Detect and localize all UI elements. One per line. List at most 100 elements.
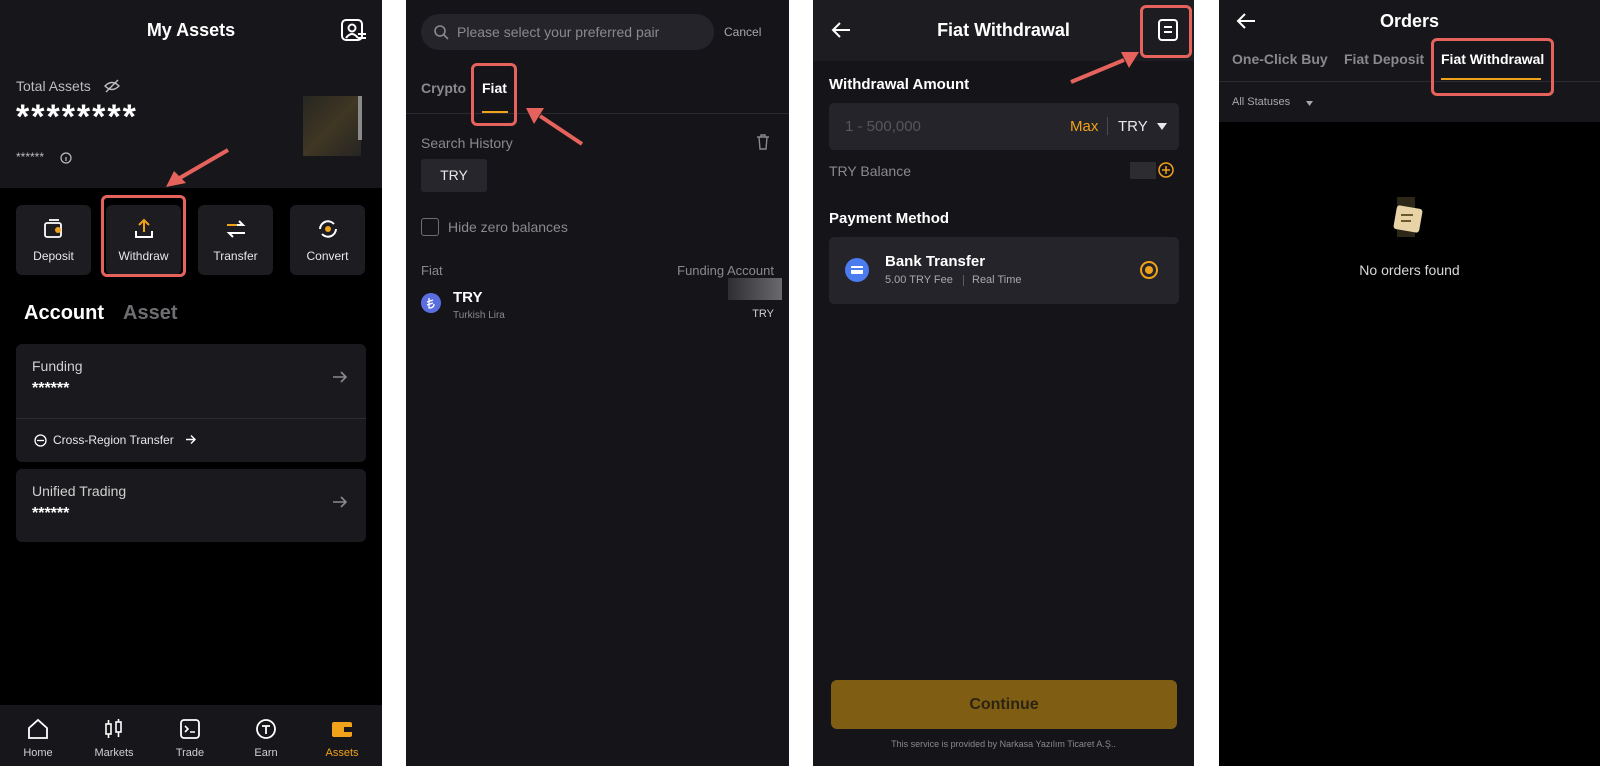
tab-account[interactable]: Account [24, 302, 104, 325]
pointer-arrow [160, 145, 235, 190]
orders-screen: Orders One-Click Buy Fiat Deposit Fiat W… [1219, 0, 1600, 766]
method-speed: Real Time [972, 274, 1022, 286]
amount-placeholder: 1 - 500,000 [845, 118, 921, 135]
transfer-icon [224, 217, 248, 241]
nav-trade[interactable]: Trade [152, 705, 228, 766]
divider [963, 275, 964, 286]
transfer-label: Transfer [213, 249, 258, 263]
upload-icon [132, 217, 156, 241]
unified-trading-card[interactable]: Unified Trading ****** [16, 469, 366, 542]
convert-button[interactable]: Convert [290, 205, 365, 275]
user-settings-icon[interactable] [340, 18, 368, 44]
withdraw-button[interactable]: Withdraw [106, 205, 181, 275]
amount-input[interactable]: 1 - 500,000 Max TRY [829, 103, 1179, 150]
lira-icon [421, 293, 441, 313]
select-pair-screen: Please select your preferred pair Cancel… [406, 0, 789, 766]
funding-value: ****** [32, 380, 70, 397]
deposit-button[interactable]: Deposit [16, 205, 91, 275]
nav-home[interactable]: Home [0, 705, 76, 766]
wallet-icon [330, 717, 354, 741]
nav-earn[interactable]: Earn [228, 705, 304, 766]
tab-fiat-deposit[interactable]: Fiat Deposit [1344, 51, 1424, 67]
caret-down-icon [1306, 101, 1313, 106]
trash-icon[interactable] [756, 134, 770, 150]
hide-zero-checkbox[interactable] [421, 218, 439, 236]
funding-label: Funding [32, 358, 83, 374]
total-assets-value: ******** [16, 98, 138, 136]
candlestick-icon [102, 717, 126, 741]
tab-asset[interactable]: Asset [123, 302, 177, 325]
nav-label: Assets [325, 747, 359, 759]
page-title: My Assets [146, 20, 236, 40]
empty-orders-icon [1389, 197, 1429, 245]
cross-region-icon [34, 434, 47, 447]
caret-down-icon [1157, 123, 1167, 130]
tab-fiat-withdrawal[interactable]: Fiat Withdrawal [1441, 51, 1544, 67]
blurred-balance [728, 278, 782, 300]
tab-one-click-buy[interactable]: One-Click Buy [1232, 51, 1328, 67]
order-history-icon[interactable] [1157, 18, 1179, 42]
currency-name: Turkish Lira [453, 310, 505, 321]
method-name: Bank Transfer [885, 253, 986, 270]
currency-row[interactable]: TRY Turkish Lira TRY [421, 278, 789, 328]
tab-underline [1441, 78, 1541, 80]
history-chip[interactable]: TRY [421, 159, 487, 192]
nav-label: Trade [175, 747, 205, 759]
chart-thumbnail [303, 96, 361, 156]
nav-markets[interactable]: Markets [76, 705, 152, 766]
withdraw-label: Withdraw [118, 249, 169, 263]
divider [406, 113, 789, 114]
funding-card[interactable]: Funding ****** Cross-Region Transfer [16, 344, 366, 462]
transfer-button[interactable]: Transfer [198, 205, 273, 275]
nav-label: Home [23, 747, 53, 759]
blurred-balance [1130, 162, 1156, 179]
currency-code: TRY [453, 289, 483, 306]
deposit-label: Deposit [33, 249, 74, 263]
bottom-nav: Home Markets Trade Earn Assets [0, 705, 382, 766]
empty-message: No orders found [1359, 262, 1460, 278]
search-history-label: Search History [421, 135, 513, 151]
assets-screen: My Assets Total Assets ******** ****** D… [0, 0, 382, 766]
bank-transfer-option[interactable]: Bank Transfer 5.00 TRY Fee Real Time [829, 237, 1179, 304]
home-icon [26, 717, 50, 741]
amount-label: Withdrawal Amount [829, 76, 970, 93]
balance-currency: TRY [752, 308, 774, 320]
balance-label: TRY Balance [829, 163, 911, 179]
sub-value: ****** [16, 150, 45, 164]
col-funding-account: Funding Account [677, 263, 774, 278]
radio-selected-icon[interactable] [1140, 261, 1158, 279]
nav-label: Earn [254, 747, 278, 759]
page-title: Fiat Withdrawal [937, 20, 1070, 40]
tab-crypto[interactable]: Crypto [421, 80, 466, 96]
bank-card-icon [845, 258, 869, 282]
search-icon [433, 24, 449, 40]
hide-zero-label: Hide zero balances [448, 219, 568, 235]
info-icon[interactable] [60, 152, 72, 164]
thumbnail-bar [358, 96, 362, 140]
hide-eye-icon[interactable] [104, 79, 120, 93]
arrow-right-icon [332, 495, 348, 509]
divider [1107, 117, 1108, 135]
page-title: Orders [1379, 11, 1440, 31]
cancel-button[interactable]: Cancel [724, 25, 761, 39]
col-fiat: Fiat [421, 263, 443, 278]
currency-select[interactable]: TRY [1118, 118, 1148, 135]
pointer-arrow [524, 106, 586, 148]
status-filter[interactable]: All Statuses [1232, 96, 1290, 108]
trade-icon [178, 717, 202, 741]
continue-button[interactable]: Continue [831, 680, 1177, 729]
deposit-icon [42, 217, 66, 241]
link-arrow-icon [185, 434, 197, 445]
add-funds-icon[interactable] [1158, 162, 1174, 178]
tab-fiat[interactable]: Fiat [482, 80, 507, 96]
divider [1219, 81, 1600, 82]
convert-label: Convert [306, 249, 349, 263]
cross-region-link[interactable]: Cross-Region Transfer [53, 433, 174, 447]
footer-note: This service is provided by Narkasa Yazı… [891, 739, 1116, 749]
search-input[interactable]: Please select your preferred pair [457, 24, 659, 40]
convert-icon [316, 217, 340, 241]
max-button[interactable]: Max [1070, 118, 1098, 135]
nav-assets[interactable]: Assets [304, 705, 380, 766]
search-bar[interactable]: Please select your preferred pair [421, 14, 714, 50]
method-fee: 5.00 TRY Fee [885, 274, 953, 286]
